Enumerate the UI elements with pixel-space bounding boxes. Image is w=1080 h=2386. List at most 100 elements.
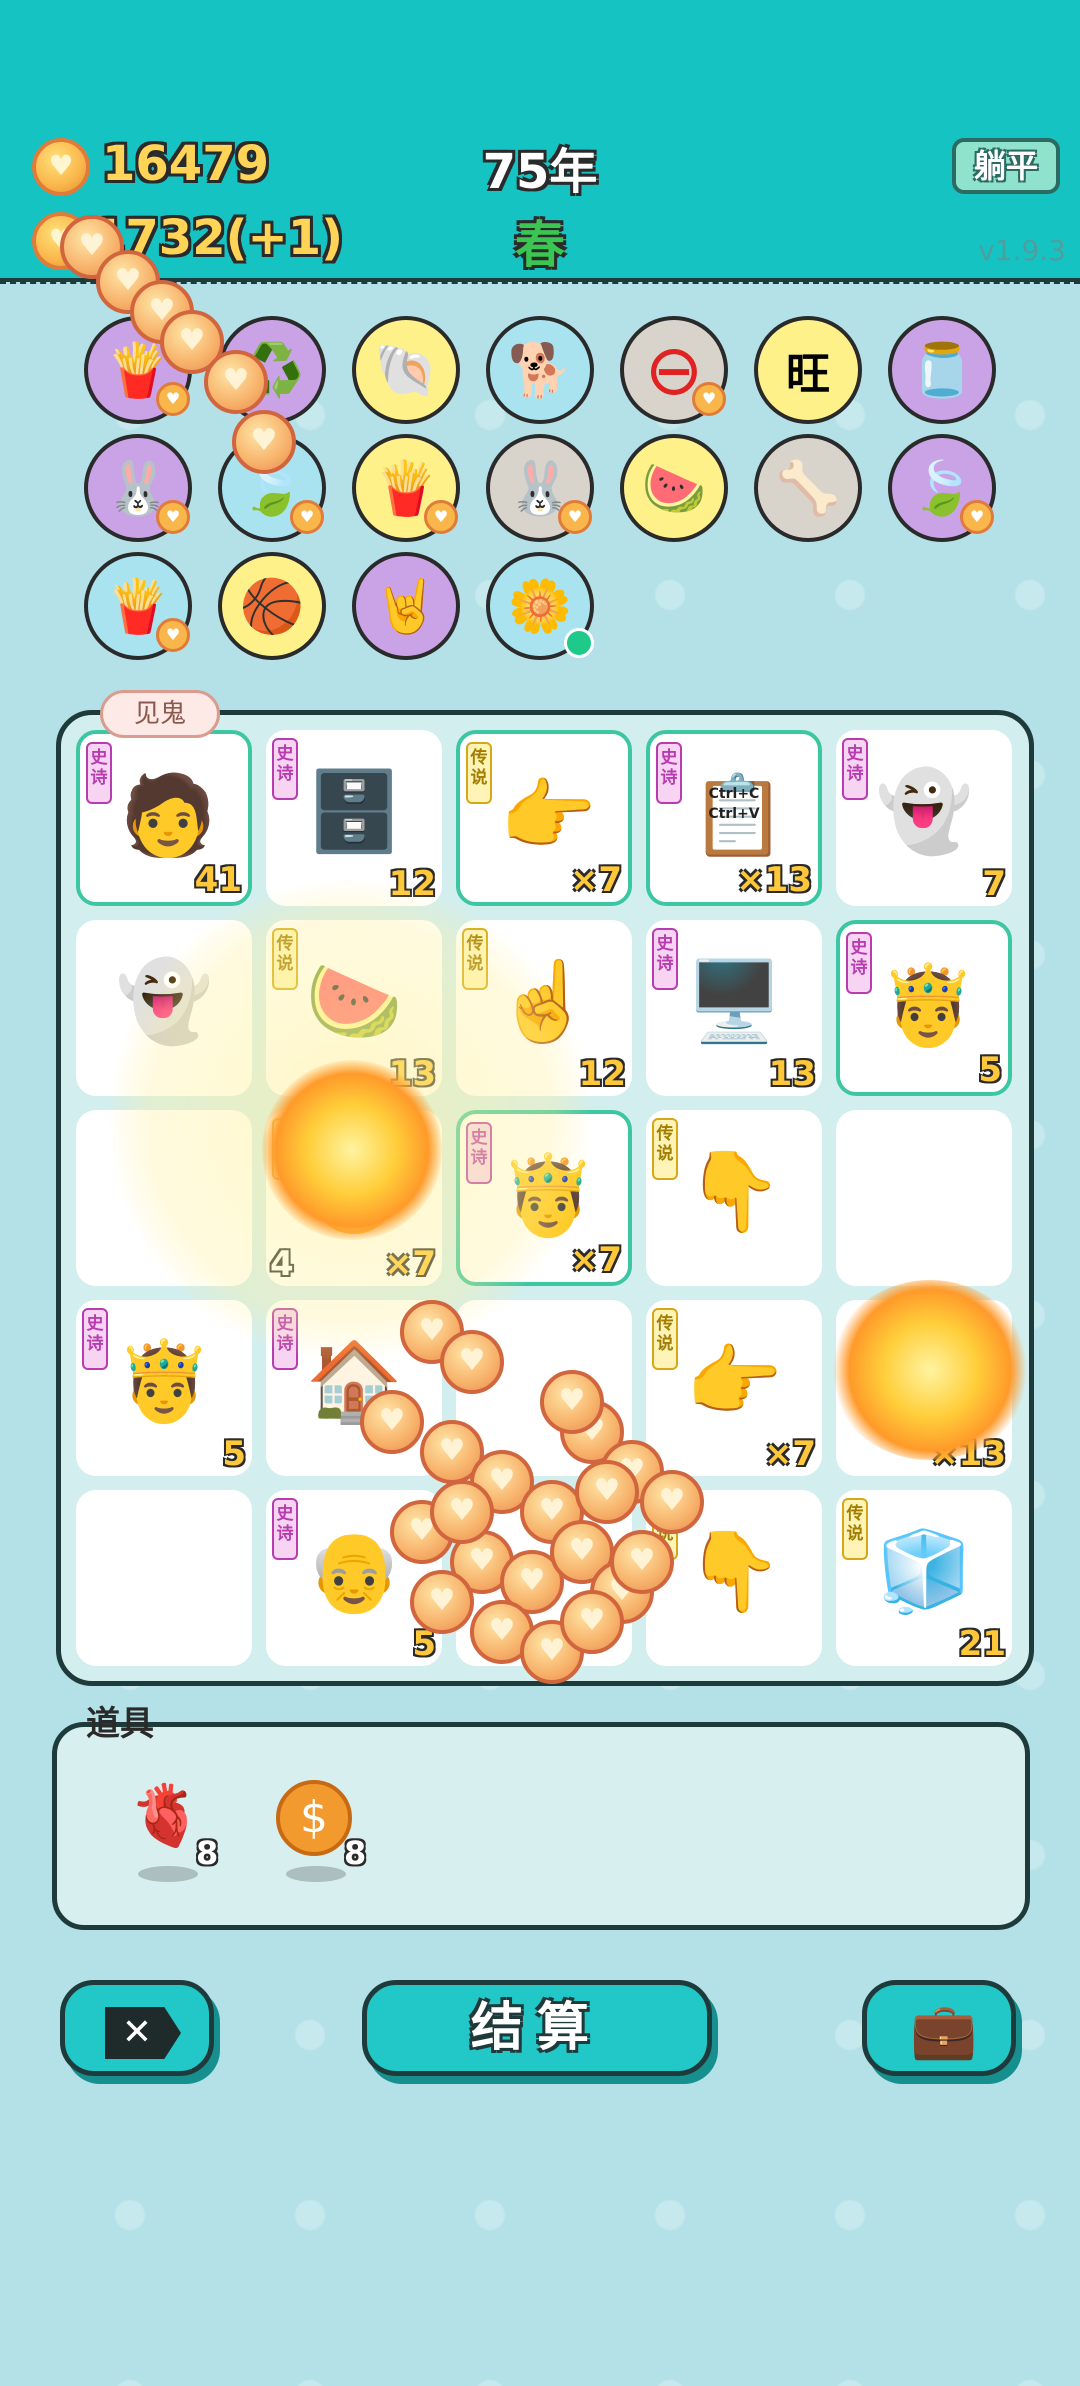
flying-coin: ♥ xyxy=(232,410,296,474)
settle-button[interactable]: 结算 xyxy=(362,1980,712,2076)
rarity-tag: 史诗 xyxy=(86,742,112,804)
cell-counter: 4 xyxy=(270,1244,294,1284)
card-caption: Ctrl+C Ctrl+V xyxy=(708,786,760,822)
flying-coin: ♥ xyxy=(440,1330,504,1394)
cell-value: 41 xyxy=(194,860,242,900)
symbol-icon: 🤴 xyxy=(879,960,977,1051)
board-cell[interactable]: 史诗 🗄️ 12 xyxy=(266,730,442,906)
board-cell[interactable]: 史诗 🤴 5 xyxy=(76,1300,252,1476)
flying-coin: ♥ xyxy=(640,1470,704,1534)
year-label: 75年 xyxy=(482,144,598,200)
rarity-tag: 传说 xyxy=(272,1118,298,1180)
symbol-icon: 👇 xyxy=(685,1526,783,1617)
shell-icon: 🐚 xyxy=(373,340,439,401)
liver-prop[interactable]: 🫀 8 xyxy=(116,1770,218,1900)
heart-coin-icon: ♥ xyxy=(960,500,994,534)
symbol-icon: 🍉 xyxy=(305,956,403,1047)
cell-value: ×7 xyxy=(763,1434,816,1474)
fries2-item[interactable]: 🍟 ♥ xyxy=(352,434,460,542)
dollar-coin-prop[interactable]: $ 8 xyxy=(264,1770,366,1900)
liver-icon: 🫀 xyxy=(128,1781,204,1851)
basketballs-icon: 🏀 xyxy=(239,576,305,637)
rock-hand-item[interactable]: 🤘 xyxy=(352,552,460,660)
board-cell[interactable]: 传说 👉 ×7 xyxy=(646,1300,822,1476)
board-cell[interactable]: 史诗 👻 7 xyxy=(836,730,1012,906)
flower-pot-item[interactable]: 🌼 xyxy=(486,552,594,660)
symbol-icon: 👉 xyxy=(685,1336,783,1427)
coin-total: 16479 xyxy=(102,136,269,192)
board-cell[interactable]: 传说 🟡 ×7 4 xyxy=(266,1110,442,1286)
dog-bowl-item[interactable]: 🦴 xyxy=(754,434,862,542)
jar-icon: 🫙 xyxy=(909,340,975,401)
rarity-tag: 传说 xyxy=(842,1498,868,1560)
rarity-tag: 史诗 xyxy=(272,738,298,800)
status-dot xyxy=(564,628,594,658)
symbol-icon: 🧑 xyxy=(119,770,217,861)
heart-coin-icon: ♥ xyxy=(156,618,190,652)
prop-shadow xyxy=(138,1866,198,1882)
rarity-tag: 史诗 xyxy=(656,742,682,804)
inventory-button[interactable]: 💼 xyxy=(862,1980,1016,2076)
flying-coin: ♥ xyxy=(410,1570,474,1634)
jar-item[interactable]: 🫙 xyxy=(888,316,996,424)
board-cell[interactable]: 传说 ☝️ 12 xyxy=(456,920,632,1096)
board-cell[interactable] xyxy=(76,1110,252,1286)
board-cell[interactable] xyxy=(836,1110,1012,1286)
ban-item[interactable]: ⊖ ♥ xyxy=(620,316,728,424)
rarity-tag: 史诗 xyxy=(842,738,868,800)
flying-coin: ♥ xyxy=(575,1460,639,1524)
speech-bubble: 见鬼 xyxy=(100,690,220,738)
props-title: 道具 xyxy=(86,1704,154,1744)
flying-coin: ♥ xyxy=(430,1480,494,1544)
rarity-tag: 史诗 xyxy=(846,932,872,994)
rarity-tag: 传说 xyxy=(462,928,488,990)
board-cell[interactable]: 史诗 🧑 41 xyxy=(76,730,252,906)
board-cell[interactable]: 史诗 🤴 ×7 xyxy=(456,1110,632,1286)
board-cell[interactable]: 👻 xyxy=(76,920,252,1096)
board-cell[interactable]: 史诗 🖥️ 13 xyxy=(646,920,822,1096)
rarity-tag: 传说 xyxy=(272,928,298,990)
rabbit2-item[interactable]: 🐰 ♥ xyxy=(486,434,594,542)
symbol-icon: 🟡 xyxy=(305,1146,403,1237)
rarity-tag: 史诗 xyxy=(652,928,678,990)
leaf2-item[interactable]: 🍃 ♥ xyxy=(888,434,996,542)
dog-item[interactable]: 🐕 xyxy=(486,316,594,424)
heart-coin-icon: ♥ xyxy=(290,500,324,534)
board-cell[interactable]: 史诗 📋 Ctrl+C Ctrl+V ×13 xyxy=(646,730,822,906)
lie-flat-button[interactable]: 躺平 xyxy=(952,138,1060,194)
board-cell[interactable]: 传说👇 xyxy=(646,1110,822,1286)
board-cell[interactable]: 传说 👉 ×7 xyxy=(456,730,632,906)
discard-button[interactable]: ✕ xyxy=(60,1980,214,2076)
cell-value: 13 xyxy=(768,1054,816,1094)
board-cell[interactable] xyxy=(76,1490,252,1666)
rarity-tag: 史诗 xyxy=(82,1308,108,1370)
coin-icon xyxy=(32,138,90,196)
cell-value: 7 xyxy=(982,864,1006,904)
basketballs-item[interactable]: 🏀 xyxy=(218,552,326,660)
shell-item[interactable]: 🐚 xyxy=(352,316,460,424)
cell-value: 21 xyxy=(958,1624,1006,1664)
fruit-basket-icon: 🍉 xyxy=(641,458,707,519)
fries3-item[interactable]: 🍟 ♥ xyxy=(84,552,192,660)
symbol-icon: 🍲 xyxy=(875,1336,973,1427)
prop-shadow xyxy=(286,1866,346,1882)
board-cell[interactable]: 传说 🧊 21 xyxy=(836,1490,1012,1666)
rabbit-item[interactable]: 🐰 ♥ xyxy=(84,434,192,542)
heart-coin-icon: ♥ xyxy=(692,382,726,416)
rarity-tag: 传说 xyxy=(652,1308,678,1370)
dollar-coin-icon: $ xyxy=(276,1780,352,1856)
cell-value: 12 xyxy=(578,1054,626,1094)
board-cell[interactable]: 史诗 🤴 5 xyxy=(836,920,1012,1096)
fruit-basket-item[interactable]: 🍉 xyxy=(620,434,728,542)
symbol-icon: 👉 xyxy=(499,770,597,861)
cell-value: ×7 xyxy=(569,1240,622,1280)
flying-coin: ♥ xyxy=(360,1390,424,1454)
wang-item[interactable]: 旺 xyxy=(754,316,862,424)
wang-icon: 旺 xyxy=(786,349,830,400)
symbol-icon: 👻 xyxy=(875,766,973,857)
heart-coin-icon: ♥ xyxy=(156,500,190,534)
board-cell[interactable]: 传说 🍉 13 xyxy=(266,920,442,1096)
settle-label: 结算 xyxy=(470,1998,603,2058)
board-cell[interactable]: 🍲 ×13 xyxy=(836,1300,1012,1476)
rarity-tag: 史诗 xyxy=(272,1498,298,1560)
